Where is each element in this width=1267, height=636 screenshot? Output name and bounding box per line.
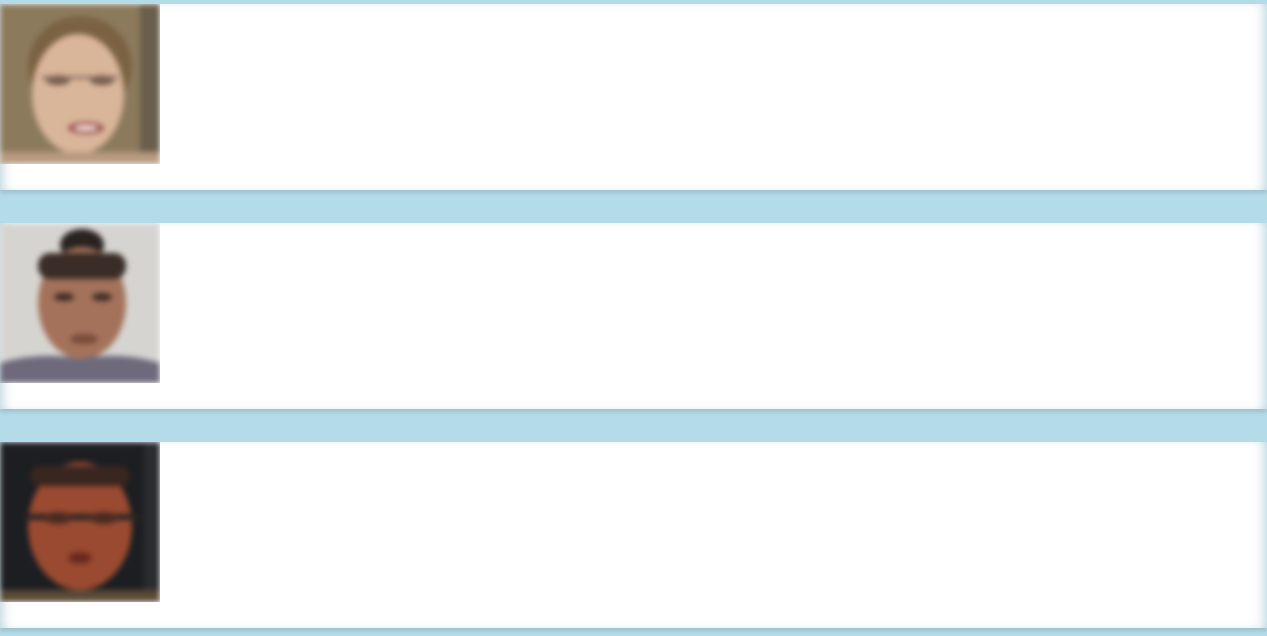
profile-card[interactable] xyxy=(0,442,1267,628)
profile-bio xyxy=(182,480,1242,534)
profile-card[interactable] xyxy=(0,4,1267,190)
profile-bio xyxy=(182,42,1242,96)
profile-photo[interactable] xyxy=(0,4,160,164)
profile-bio xyxy=(182,261,1242,315)
profile-content xyxy=(182,249,1242,321)
profile-content xyxy=(182,468,1242,540)
profile-card[interactable] xyxy=(0,223,1267,409)
profile-list xyxy=(0,4,1267,628)
profile-photo[interactable] xyxy=(0,442,160,602)
profile-photo[interactable] xyxy=(0,223,160,383)
profile-content xyxy=(182,30,1242,102)
